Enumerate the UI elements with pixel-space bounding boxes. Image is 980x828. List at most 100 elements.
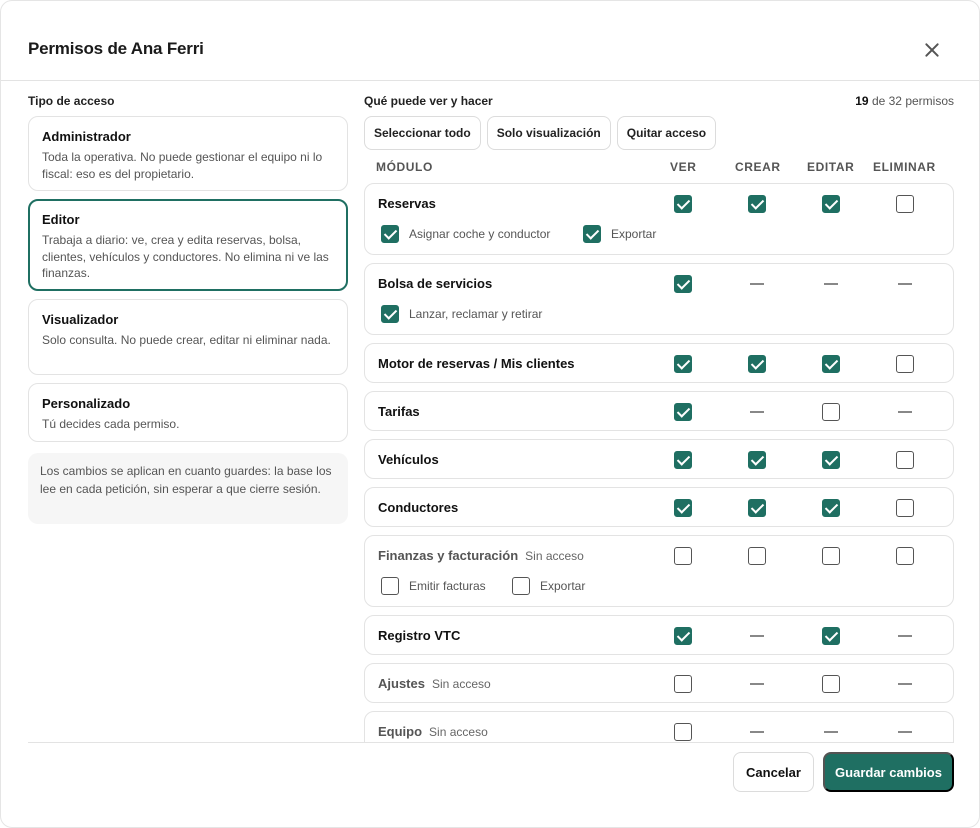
checkbox-delete[interactable] (896, 451, 914, 469)
module-name: Equipo Sin acceso (378, 724, 488, 739)
checkbox-delete[interactable] (896, 355, 914, 373)
sub-permission-label: Lanzar, reclamar y retirar (409, 307, 543, 321)
permission-unavailable-delete (898, 731, 912, 733)
permission-unavailable-delete (898, 411, 912, 413)
checkbox-delete[interactable] (896, 547, 914, 565)
save-changes-button[interactable]: Guardar cambios (823, 752, 954, 792)
info-note: Los cambios se aplican en cuanto guardes… (28, 453, 348, 524)
table-header: MÓDULO VER CREAR EDITAR ELIMINAR (364, 157, 954, 177)
sub-permission-checkbox[interactable] (583, 225, 601, 243)
permissions-dialog: Permisos de Ana Ferri Tipo de acceso Adm… (0, 0, 980, 828)
module-row-vehiculos: Vehículos (364, 439, 954, 479)
access-option-personalizado[interactable]: Personalizado Tú decides cada permiso. (28, 383, 348, 442)
checkbox-create[interactable] (748, 547, 766, 565)
permission-count-suffix: de 32 permisos (871, 94, 954, 108)
checkbox-edit[interactable] (822, 627, 840, 645)
view-only-button[interactable]: Solo visualización (486, 116, 611, 150)
permission-unavailable-delete (898, 635, 912, 637)
sub-permission[interactable]: Lanzar, reclamar y retirar (381, 304, 542, 324)
checkbox-view[interactable] (674, 627, 692, 645)
access-option-desc: Trabaja a diario: ve, crea y edita reser… (42, 233, 329, 280)
remove-access-button[interactable]: Quitar acceso (616, 116, 717, 150)
sub-permission[interactable]: Emitir facturas (381, 576, 486, 596)
checkbox-edit[interactable] (822, 451, 840, 469)
select-all-button[interactable]: Seleccionar todo (364, 116, 481, 150)
checkbox-view[interactable] (674, 499, 692, 517)
module-name: Tarifas (378, 404, 420, 419)
sub-permission[interactable]: Asignar coche y conductor (381, 224, 550, 244)
access-option-desc: Tú decides cada permiso. (42, 417, 180, 431)
sub-permission-label: Exportar (611, 227, 657, 241)
sub-permission-label: Emitir facturas (409, 579, 486, 593)
checkbox-delete[interactable] (896, 195, 914, 213)
checkbox-edit[interactable] (822, 355, 840, 373)
module-row-tarifas: Tarifas (364, 391, 954, 431)
checkbox-delete[interactable] (896, 499, 914, 517)
checkbox-view[interactable] (674, 355, 692, 373)
sub-permission[interactable]: Exportar (512, 576, 585, 596)
sub-permission-label: Exportar (540, 579, 586, 593)
close-icon[interactable] (919, 37, 945, 63)
dialog-title: Permisos de Ana Ferri (28, 39, 204, 58)
permission-unavailable-edit (824, 283, 838, 285)
column-create: CREAR (735, 160, 781, 174)
permission-unavailable-create (750, 411, 764, 413)
modules-list[interactable]: Reservas Asignar coche y conductor Exporta… (364, 183, 954, 742)
checkbox-view[interactable] (674, 675, 692, 693)
checkbox-create[interactable] (748, 195, 766, 213)
access-option-visualizador[interactable]: Visualizador Solo consulta. No puede cre… (28, 299, 348, 375)
module-name-text: Reservas (378, 196, 436, 211)
checkbox-edit[interactable] (822, 499, 840, 517)
module-name-text: Ajustes (378, 676, 425, 691)
checkbox-view[interactable] (674, 451, 692, 469)
column-edit: EDITAR (807, 160, 855, 174)
checkbox-view[interactable] (674, 723, 692, 741)
checkbox-edit[interactable] (822, 547, 840, 565)
access-option-desc: Solo consulta. No puede crear, editar ni… (42, 333, 331, 347)
sub-permission-label: Asignar coche y conductor (409, 227, 551, 241)
module-name-text: Tarifas (378, 404, 420, 419)
sub-permission-checkbox[interactable] (381, 225, 399, 243)
checkbox-view[interactable] (674, 195, 692, 213)
module-name: Bolsa de servicios (378, 276, 492, 291)
sub-permission-checkbox[interactable] (381, 305, 399, 323)
access-option-title: Administrador (42, 129, 131, 144)
permission-unavailable-create (750, 283, 764, 285)
permission-unavailable-create (750, 731, 764, 733)
checkbox-view[interactable] (674, 403, 692, 421)
sub-permission-checkbox[interactable] (512, 577, 530, 595)
dialog-header: Permisos de Ana Ferri (1, 1, 979, 81)
access-option-editor[interactable]: Editor Trabaja a diario: ve, crea y edit… (28, 199, 348, 291)
module-name: Motor de reservas / Mis clientes (378, 356, 575, 371)
footer-divider (28, 742, 954, 743)
permission-unavailable-delete (898, 683, 912, 685)
checkbox-view[interactable] (674, 547, 692, 565)
module-row-finanzas-y-facturacion: Finanzas y facturación Sin acceso Emitir f… (364, 535, 954, 607)
access-option-administrador[interactable]: Administrador Toda la operativa. No pued… (28, 116, 348, 191)
permission-unavailable-create (750, 635, 764, 637)
module-name-text: Motor de reservas / Mis clientes (378, 356, 575, 371)
module-name: Finanzas y facturación Sin acceso (378, 548, 584, 563)
checkbox-create[interactable] (748, 355, 766, 373)
permission-unavailable-create (750, 683, 764, 685)
module-status-label: Sin acceso (431, 677, 491, 691)
column-delete: ELIMINAR (873, 160, 936, 174)
cancel-button[interactable]: Cancelar (733, 752, 814, 792)
module-name: Conductores (378, 500, 458, 515)
module-name-text: Bolsa de servicios (378, 276, 493, 291)
module-row-motor-de-reservas-mis-clientes: Motor de reservas / Mis clientes (364, 343, 954, 383)
column-module: MÓDULO (376, 160, 433, 174)
checkbox-edit[interactable] (822, 403, 840, 421)
sub-permission[interactable]: Exportar (583, 224, 656, 244)
module-row-ajustes: Ajustes Sin acceso (364, 663, 954, 703)
checkbox-edit[interactable] (822, 195, 840, 213)
checkbox-create[interactable] (748, 451, 766, 469)
module-status-label: Sin acceso (429, 725, 488, 739)
module-name-text: Finanzas y facturación (378, 548, 519, 563)
sub-permission-checkbox[interactable] (381, 577, 399, 595)
checkbox-edit[interactable] (822, 675, 840, 693)
checkbox-view[interactable] (674, 275, 692, 293)
checkbox-create[interactable] (748, 499, 766, 517)
module-row-registro-vtc: Registro VTC (364, 615, 954, 655)
permission-count: 19 de 32 permisos (855, 91, 954, 111)
